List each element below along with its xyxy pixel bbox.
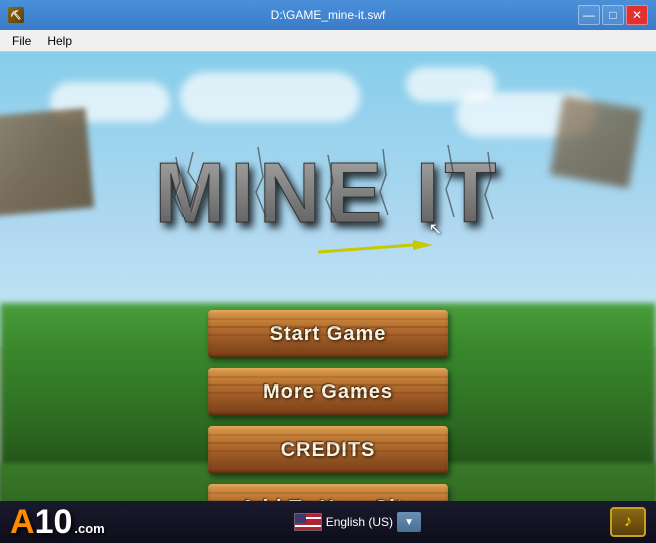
menu-bar: File Help (0, 30, 656, 52)
music-note-icon: ♪ (624, 513, 632, 531)
block-right (550, 96, 643, 189)
title-bar-controls: — □ ✕ (578, 5, 648, 25)
a10-logo-10: 10 (35, 505, 73, 539)
cursor-pointer-icon: ↖ (429, 219, 442, 239)
cursor-arrow (318, 237, 438, 267)
bottom-bar: A 10 .com English (US) ▼ ♪ (0, 501, 656, 543)
game-area: MINE IT ↖ Start Game (0, 52, 656, 543)
logo-area: MINE IT ↖ (118, 127, 538, 257)
app-icon: ⛏ (8, 7, 24, 23)
maximize-button[interactable]: □ (602, 5, 624, 25)
cloud-2 (180, 72, 360, 122)
start-game-button[interactable]: Start Game (208, 310, 448, 358)
buttons-container: Start Game More Games CREDITS Add To You… (208, 310, 448, 532)
credits-button[interactable]: CREDITS (208, 426, 448, 474)
music-button[interactable]: ♪ (610, 507, 646, 537)
minimize-button[interactable]: — (578, 5, 600, 25)
a10-logo[interactable]: A 10 .com (10, 505, 105, 539)
a10-logo-com: .com (74, 521, 104, 536)
cloud-4 (406, 67, 496, 102)
a10-logo-a: A (10, 505, 35, 539)
close-button[interactable]: ✕ (626, 5, 648, 25)
window-title: D:\GAME_mine-it.swf (271, 8, 386, 22)
menu-help[interactable]: Help (39, 32, 80, 50)
language-text: English (US) (326, 515, 393, 529)
us-flag-icon (294, 513, 322, 531)
more-games-button[interactable]: More Games (208, 368, 448, 416)
title-bar: ⛏ D:\GAME_mine-it.swf — □ ✕ (0, 0, 656, 30)
menu-file[interactable]: File (4, 32, 39, 50)
block-left (0, 108, 94, 216)
language-dropdown-button[interactable]: ▼ (397, 512, 421, 532)
language-selector[interactable]: English (US) ▼ (294, 512, 421, 532)
chevron-down-icon: ▼ (404, 517, 414, 528)
title-bar-left: ⛏ (8, 7, 24, 23)
